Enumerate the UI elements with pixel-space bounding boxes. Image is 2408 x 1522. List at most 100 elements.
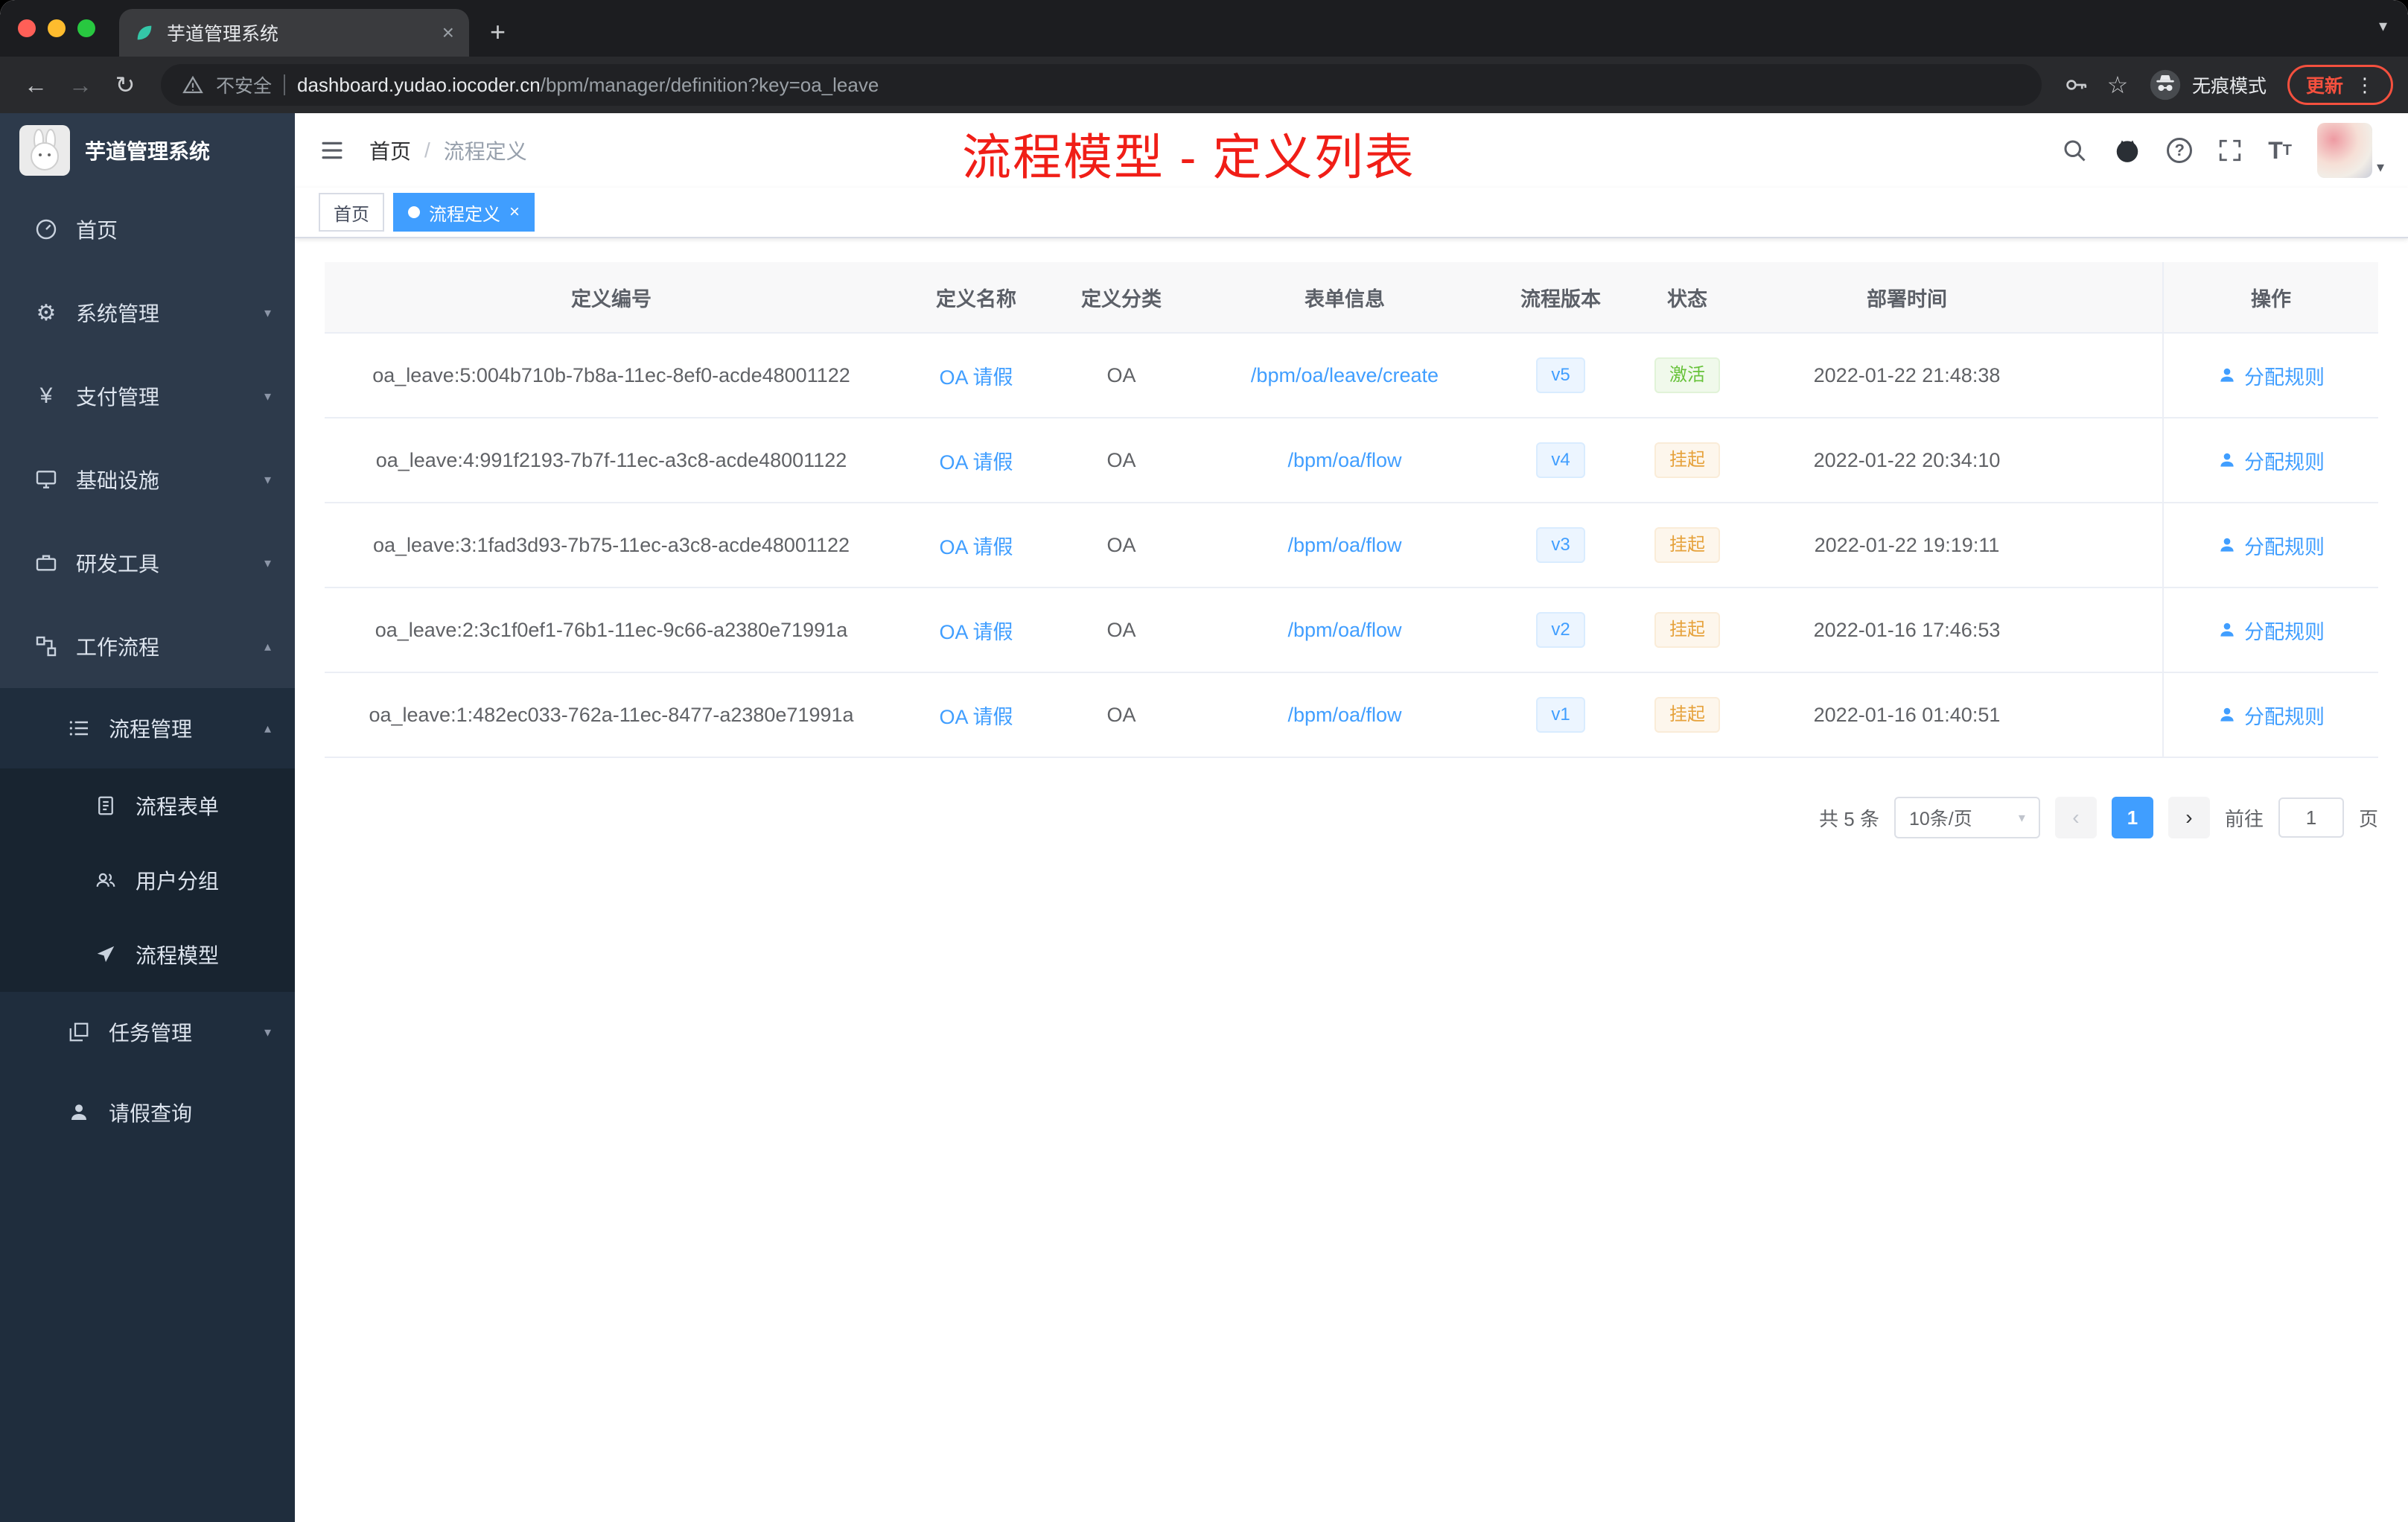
- tab-close-icon[interactable]: ×: [442, 21, 454, 45]
- minimize-window-button[interactable]: [48, 19, 66, 37]
- definition-name-link[interactable]: OA 请假: [939, 446, 1013, 475]
- page-size-value: 10条/页: [1908, 809, 1972, 830]
- status-badge: 挂起: [1654, 612, 1720, 648]
- sidebar-item-payment[interactable]: ¥ 支付管理 ▾: [0, 354, 295, 438]
- spacer-cell: [2060, 503, 2162, 587]
- breadcrumb-current: 流程定义: [443, 140, 527, 163]
- github-icon[interactable]: [2113, 136, 2141, 165]
- page-number-button[interactable]: 1: [2111, 797, 2153, 838]
- brand-logo: [19, 125, 70, 176]
- browser-window: 芋道管理系统 × + ▾ ← → ↻ 不安全 dashboard.yudao.i…: [0, 0, 2408, 1522]
- tag-close-icon[interactable]: ×: [509, 202, 520, 223]
- search-icon[interactable]: [2061, 137, 2088, 164]
- assign-rule-link[interactable]: 分配规则: [2217, 361, 2325, 390]
- maximize-window-button[interactable]: [77, 19, 95, 37]
- form-link[interactable]: /bpm/oa/flow: [1287, 449, 1401, 472]
- tab-title: 芋道管理系统: [167, 24, 279, 45]
- table-row: oa_leave:4:991f2193-7b7f-11ec-a3c8-acde4…: [325, 418, 2378, 503]
- definition-category: OA: [1106, 618, 1136, 641]
- definition-id: oa_leave:3:1fad3d93-7b75-11ec-a3c8-acde4…: [372, 533, 850, 556]
- next-page-button[interactable]: ›: [2167, 797, 2210, 838]
- avatar[interactable]: [2316, 123, 2372, 178]
- definition-name-link[interactable]: OA 请假: [939, 616, 1013, 645]
- assign-rule-link[interactable]: 分配规则: [2217, 616, 2325, 645]
- assign-rule-link[interactable]: 分配规则: [2217, 446, 2325, 475]
- sidebar-item-label: 研发工具: [76, 553, 160, 576]
- password-key-icon[interactable]: [2057, 66, 2095, 104]
- sidebar-item-workflow[interactable]: 工作流程 ▴: [0, 605, 295, 688]
- form-link[interactable]: /bpm/oa/flow: [1287, 704, 1401, 727]
- sidebar-item-label: 任务管理: [109, 1022, 193, 1045]
- sidebar-item-home[interactable]: 首页: [0, 188, 295, 271]
- browser-toolbar: ← → ↻ 不安全 dashboard.yudao.iocoder.cn/bpm…: [0, 57, 2408, 113]
- chevron-down-icon: ▾: [264, 1024, 271, 1039]
- sidebar-item-infrastructure[interactable]: 基础设施 ▾: [0, 438, 295, 521]
- goto-page-input[interactable]: [2278, 797, 2344, 838]
- total-count: 共 5 条: [1819, 807, 1879, 830]
- help-icon[interactable]: ?: [2167, 138, 2193, 163]
- definition-id: oa_leave:2:3c1f0ef1-76b1-11ec-9c66-a2380…: [375, 618, 848, 641]
- url-text[interactable]: dashboard.yudao.iocoder.cn/bpm/manager/d…: [297, 74, 879, 97]
- form-link[interactable]: /bpm/oa/leave/create: [1251, 364, 1439, 387]
- sidebar-item-label: 用户分组: [136, 870, 220, 893]
- sidebar-item-leave-query[interactable]: 请假查询: [0, 1072, 295, 1153]
- form-link[interactable]: /bpm/oa/flow: [1287, 534, 1401, 557]
- column-header: 定义编号: [571, 287, 652, 311]
- assign-rule-link[interactable]: 分配规则: [2217, 531, 2325, 560]
- chevron-down-icon: ▾: [264, 555, 271, 570]
- breadcrumb-separator: /: [424, 138, 430, 162]
- table-header-row: 定义编号 定义名称 定义分类 表单信息 流程版本 状态 部署时间 操作: [325, 262, 2378, 334]
- spacer-cell: [2060, 673, 2162, 757]
- close-window-button[interactable]: [18, 19, 36, 37]
- brand[interactable]: 芋道管理系统: [0, 113, 295, 188]
- back-button[interactable]: ←: [15, 64, 57, 106]
- sidebar-item-user-group[interactable]: 用户分组: [0, 843, 295, 917]
- bookmark-star-icon[interactable]: ☆: [2098, 66, 2137, 104]
- definition-name-link[interactable]: OA 请假: [939, 531, 1013, 560]
- tab-search-icon[interactable]: ▾: [2379, 16, 2387, 36]
- security-label[interactable]: 不安全: [216, 71, 272, 98]
- sidebar-item-process-form[interactable]: 流程表单: [0, 768, 295, 843]
- browser-menu-icon[interactable]: ⋮: [2355, 74, 2374, 97]
- users-icon: [92, 869, 119, 891]
- sidebar-item-task-management[interactable]: 任务管理 ▾: [0, 992, 295, 1072]
- browser-update-button[interactable]: 更新 ⋮: [2287, 65, 2393, 105]
- user-menu[interactable]: ▾: [2316, 123, 2384, 178]
- definition-id: oa_leave:4:991f2193-7b7f-11ec-a3c8-acde4…: [375, 448, 847, 471]
- form-link[interactable]: /bpm/oa/flow: [1287, 619, 1401, 642]
- sidebar-item-devtools[interactable]: 研发工具 ▾: [0, 521, 295, 605]
- prev-page-button[interactable]: ‹: [2054, 797, 2097, 838]
- paper-plane-icon: [92, 943, 119, 966]
- sidebar-item-label: 流程表单: [136, 795, 220, 818]
- version-tag: v2: [1536, 612, 1585, 648]
- sidebar-toggle-button[interactable]: [319, 137, 345, 164]
- forward-button[interactable]: →: [60, 64, 101, 106]
- table-row: oa_leave:2:3c1f0ef1-76b1-11ec-9c66-a2380…: [325, 588, 2378, 673]
- assign-rule-link[interactable]: 分配规则: [2217, 701, 2325, 730]
- incognito-badge[interactable]: 无痕模式: [2140, 69, 2281, 101]
- sidebar-item-label: 基础设施: [76, 469, 160, 492]
- tag-home[interactable]: 首页: [319, 193, 384, 232]
- chevron-down-icon: ▾: [264, 471, 271, 487]
- version-tag: v3: [1536, 527, 1585, 563]
- version-tag: v1: [1536, 697, 1585, 733]
- new-tab-button[interactable]: +: [490, 16, 506, 48]
- page-size-select[interactable]: 10条/页 ▾: [1893, 797, 2040, 838]
- breadcrumb-home[interactable]: 首页: [369, 136, 411, 165]
- definition-name-link[interactable]: OA 请假: [939, 361, 1013, 390]
- fullscreen-icon[interactable]: [2217, 138, 2243, 163]
- sidebar-item-system[interactable]: ⚙ 系统管理 ▾: [0, 271, 295, 354]
- active-dot: [408, 206, 420, 218]
- version-tag: v5: [1536, 357, 1585, 393]
- definition-name-link[interactable]: OA 请假: [939, 701, 1013, 730]
- definition-category: OA: [1106, 703, 1136, 726]
- reload-button[interactable]: ↻: [104, 64, 146, 106]
- spacer-cell: [2060, 262, 2162, 332]
- sidebar-item-process-management[interactable]: 流程管理 ▴: [0, 688, 295, 768]
- definition-table: 定义编号 定义名称 定义分类 表单信息 流程版本 状态 部署时间 操作 oa_l…: [325, 262, 2378, 758]
- sidebar-item-process-model[interactable]: 流程模型: [0, 917, 295, 992]
- tag-process-definition[interactable]: 流程定义 ×: [393, 193, 535, 232]
- browser-tab[interactable]: 芋道管理系统 ×: [119, 9, 469, 57]
- address-bar[interactable]: 不安全 dashboard.yudao.iocoder.cn/bpm/manag…: [161, 64, 2042, 106]
- font-size-icon[interactable]: TT: [2268, 137, 2292, 165]
